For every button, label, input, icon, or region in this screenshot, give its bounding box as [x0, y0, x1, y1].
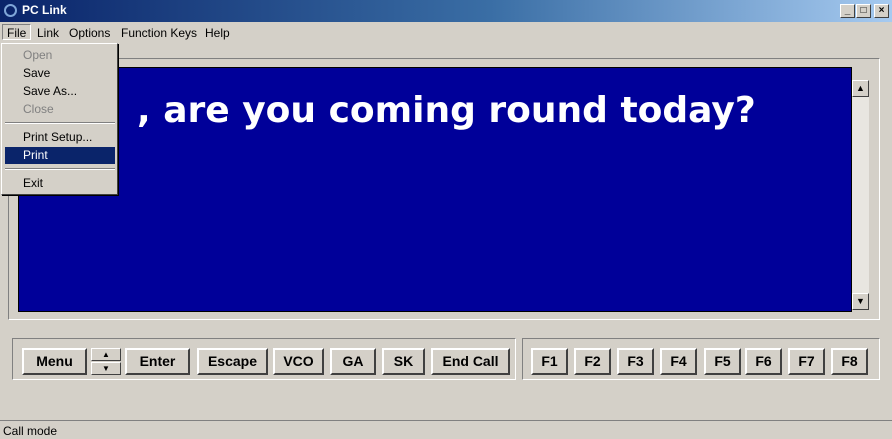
menu-item-save-as[interactable]: Save As... — [5, 83, 115, 100]
f3-button[interactable]: F3 — [617, 348, 654, 375]
menu-function-keys[interactable]: Function Keys — [117, 25, 201, 41]
menu-help[interactable]: Help — [201, 25, 234, 41]
conversation-display: , are you coming round today? — [18, 67, 852, 312]
enter-button[interactable]: Enter — [125, 348, 190, 375]
spin-down-icon[interactable]: ▼ — [91, 362, 121, 375]
close-button[interactable]: × — [874, 4, 889, 18]
f8-button[interactable]: F8 — [831, 348, 868, 375]
status-bar: Call mode — [0, 420, 892, 439]
display-scrollbar[interactable]: ▲ ▼ — [852, 80, 869, 310]
menu-separator — [5, 122, 115, 124]
menu-item-close[interactable]: Close — [5, 101, 115, 118]
menu-item-print-setup[interactable]: Print Setup... — [5, 129, 115, 146]
title-bar: PC Link _ □ × — [0, 0, 892, 22]
minimize-button[interactable]: _ — [840, 4, 855, 18]
menu-bar: File Link Options Function Keys Help — [0, 22, 892, 43]
file-menu-dropdown: Open Save Save As... Close Print Setup..… — [1, 43, 118, 195]
end-call-button[interactable]: End Call — [431, 348, 510, 375]
conversation-text: , are you coming round today? — [137, 90, 756, 131]
menu-item-exit[interactable]: Exit — [5, 175, 115, 192]
scroll-up-icon[interactable]: ▲ — [852, 80, 869, 97]
f7-button[interactable]: F7 — [788, 348, 825, 375]
f5-button[interactable]: F5 — [704, 348, 741, 375]
vco-button[interactable]: VCO — [273, 348, 324, 375]
menu-button[interactable]: Menu — [22, 348, 87, 375]
f2-button[interactable]: F2 — [574, 348, 611, 375]
menu-item-save[interactable]: Save — [5, 65, 115, 82]
menu-item-print[interactable]: Print — [5, 147, 115, 164]
f4-button[interactable]: F4 — [660, 348, 697, 375]
sk-button[interactable]: SK — [382, 348, 425, 375]
status-text: Call mode — [3, 424, 58, 438]
menu-item-open[interactable]: Open — [5, 47, 115, 64]
escape-button[interactable]: Escape — [197, 348, 268, 375]
ga-button[interactable]: GA — [330, 348, 376, 375]
window-title: PC Link — [22, 3, 67, 17]
spin-control[interactable]: ▲ ▼ — [91, 348, 121, 375]
menu-separator — [5, 168, 115, 170]
f6-button[interactable]: F6 — [745, 348, 782, 375]
f1-button[interactable]: F1 — [531, 348, 568, 375]
maximize-button[interactable]: □ — [856, 4, 871, 18]
spin-up-icon[interactable]: ▲ — [91, 348, 121, 361]
menu-options[interactable]: Options — [65, 25, 114, 41]
menu-link[interactable]: Link — [33, 25, 63, 41]
menu-file[interactable]: File — [2, 24, 32, 40]
scroll-down-icon[interactable]: ▼ — [852, 293, 869, 310]
app-icon — [4, 4, 17, 17]
